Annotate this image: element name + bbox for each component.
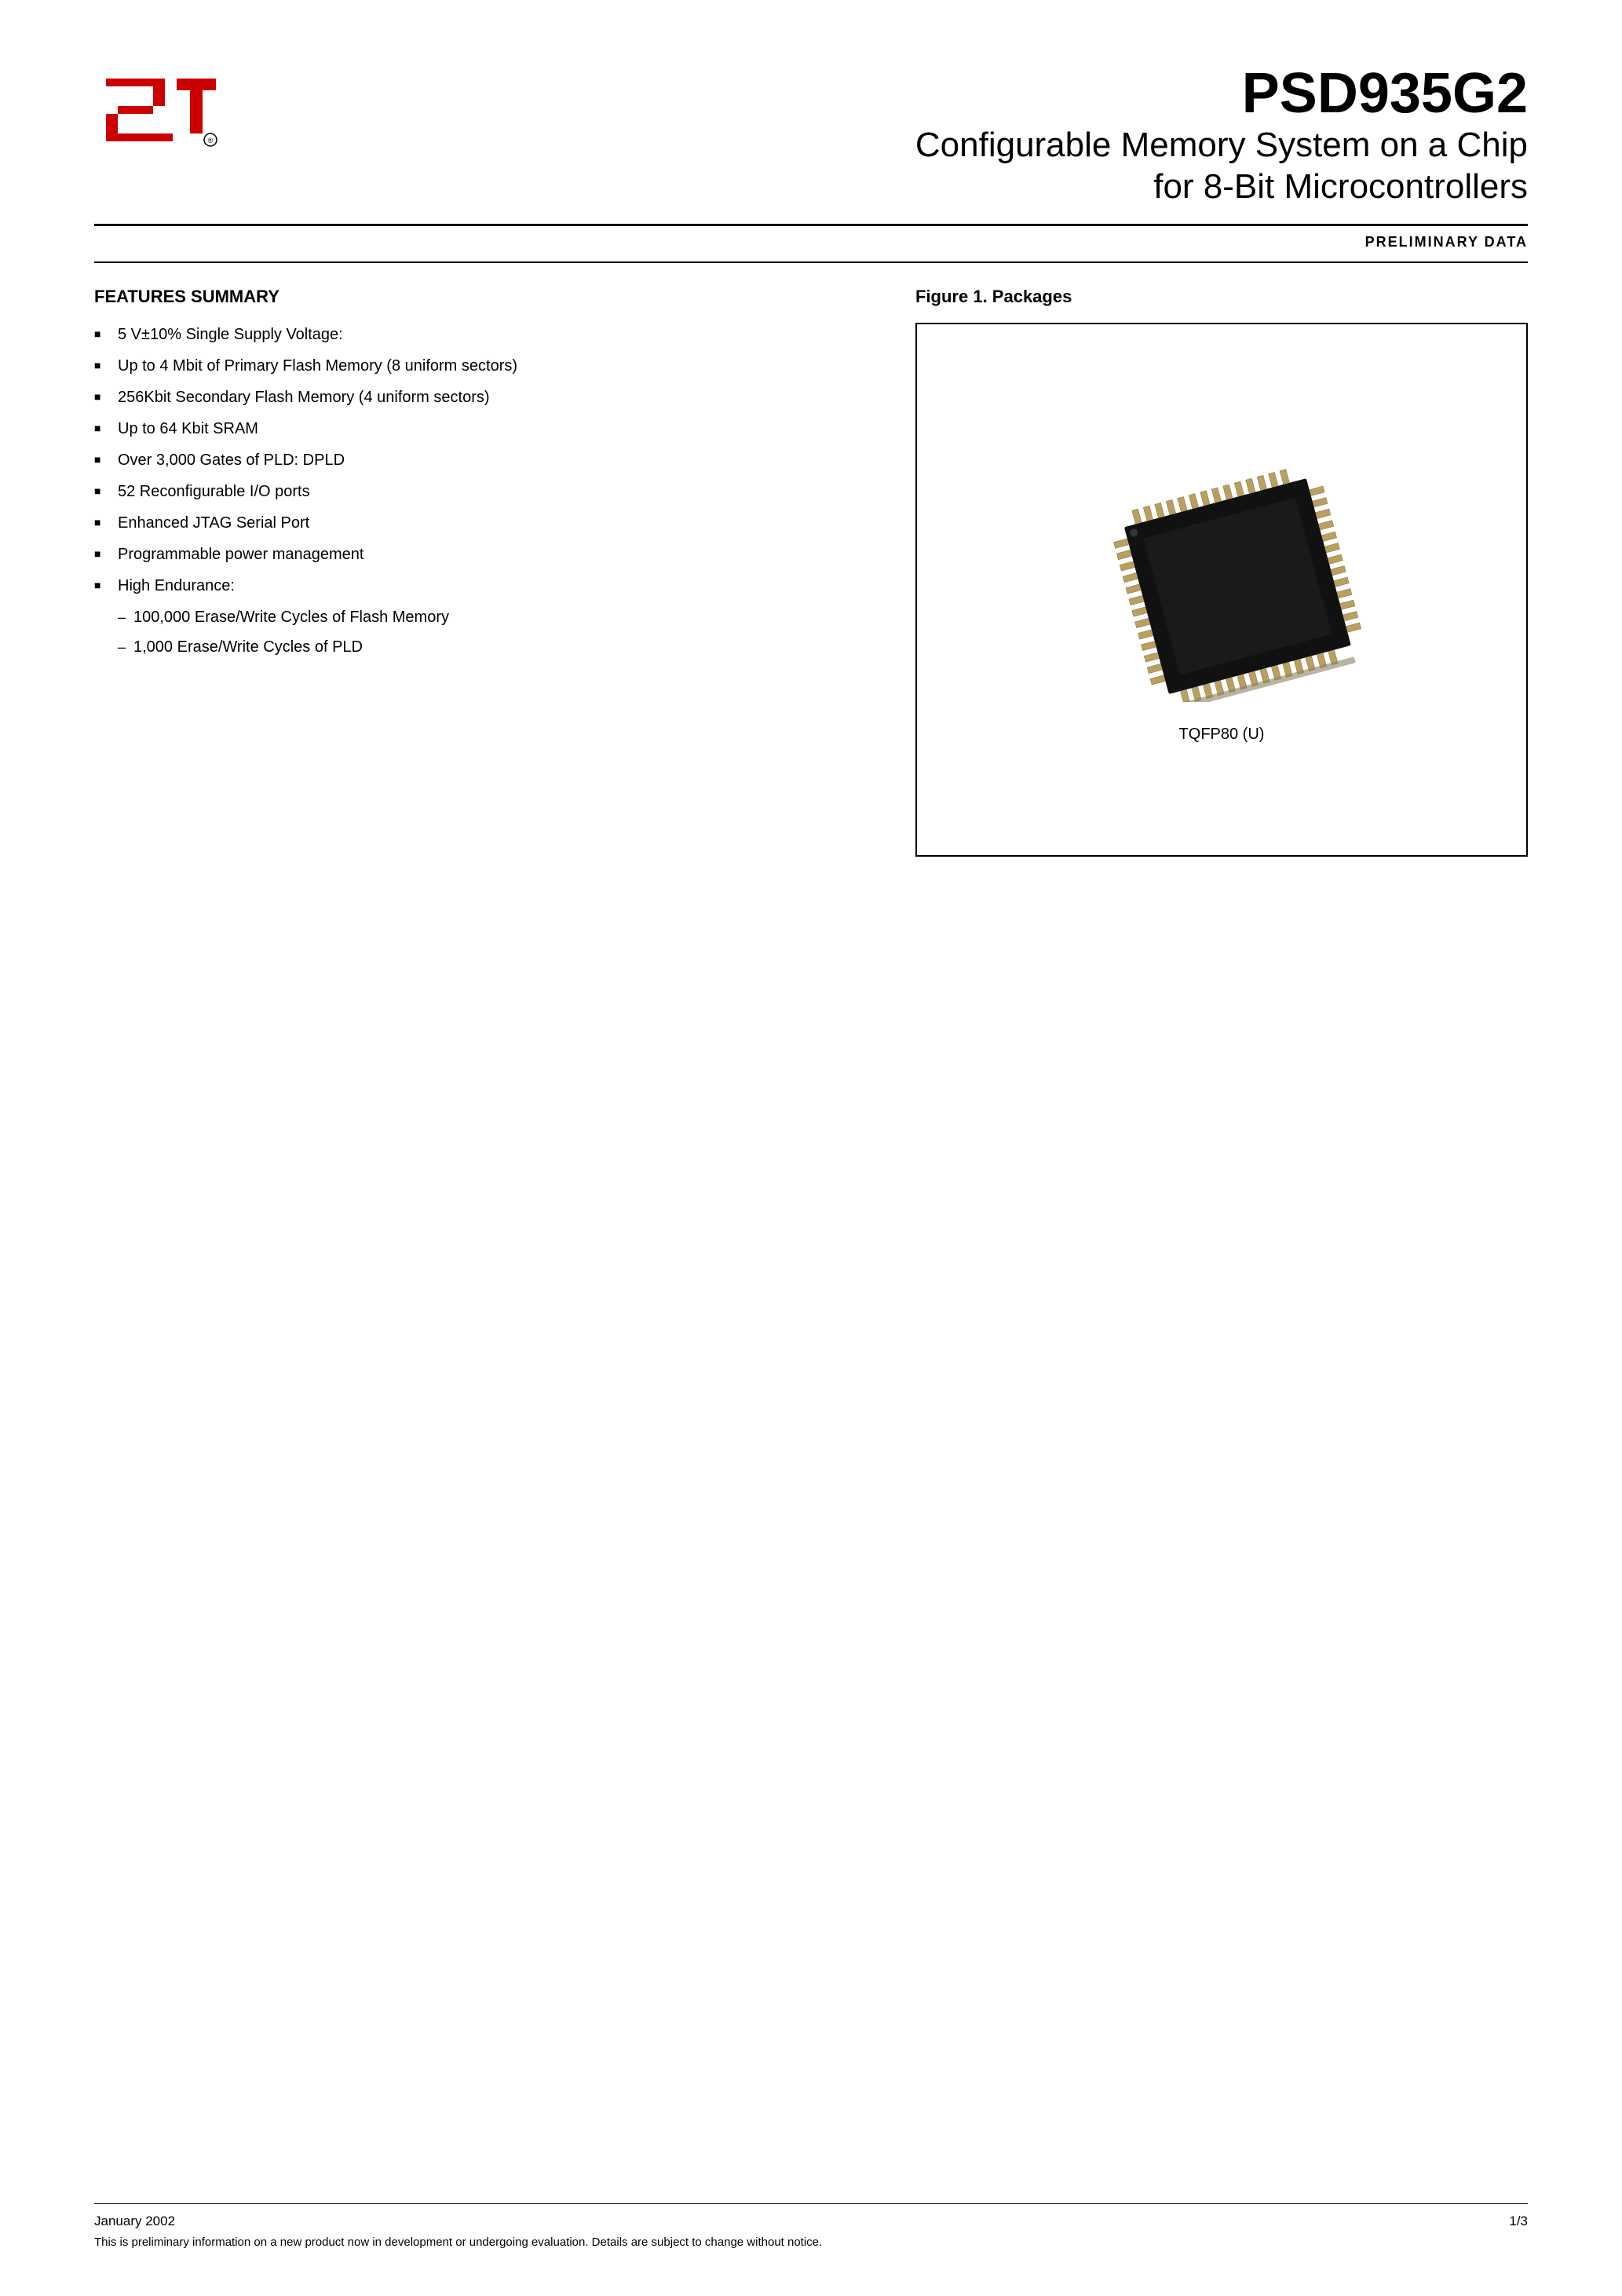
- header: ® PSD935G2 Configurable Memory System on…: [94, 63, 1528, 226]
- feature-item-7: Enhanced JTAG Serial Port: [94, 511, 868, 535]
- right-column: Figure 1. Packages: [915, 287, 1528, 857]
- content-area: FEATURES SUMMARY 5 V±10% Single Supply V…: [94, 287, 1528, 857]
- feature-item-6: 52 Reconfigurable I/O ports: [94, 480, 868, 503]
- footer-date: January 2002: [94, 2214, 175, 2229]
- subtitle-line1: Configurable Memory System on a Chip: [251, 125, 1528, 166]
- left-column: FEATURES SUMMARY 5 V±10% Single Supply V…: [94, 287, 868, 857]
- footer-top: January 2002 1/3: [94, 2214, 1528, 2229]
- figure-title: Figure 1. Packages: [915, 287, 1528, 307]
- title-block: PSD935G2 Configurable Memory System on a…: [220, 63, 1528, 208]
- subtitle-line2: for 8-Bit Microcontrollers: [251, 166, 1528, 208]
- feature-item-8: Programmable power management: [94, 543, 868, 566]
- features-list: 5 V±10% Single Supply Voltage: Up to 4 M…: [94, 323, 868, 659]
- feature-item-1: 5 V±10% Single Supply Voltage:: [94, 323, 868, 346]
- footer-notice: This is preliminary information on a new…: [94, 2236, 1528, 2249]
- feature-item-5: Over 3,000 Gates of PLD: DPLD: [94, 448, 868, 472]
- page: ® PSD935G2 Configurable Memory System on…: [0, 0, 1622, 2296]
- feature-subitem-1: 100,000 Erase/Write Cycles of Flash Memo…: [94, 605, 868, 629]
- footer-page: 1/3: [1509, 2214, 1528, 2229]
- chip-label: TQFP80 (U): [1179, 726, 1265, 744]
- footer: January 2002 1/3 This is preliminary inf…: [94, 2203, 1528, 2249]
- features-title: FEATURES SUMMARY: [94, 287, 868, 307]
- feature-item-2: Up to 4 Mbit of Primary Flash Memory (8 …: [94, 354, 868, 378]
- chip-svg: [1072, 435, 1371, 702]
- product-number: PSD935G2: [251, 63, 1528, 125]
- feature-item-4: Up to 64 Kbit SRAM: [94, 417, 868, 441]
- feature-subitem-2: 1,000 Erase/Write Cycles of PLD: [94, 635, 868, 659]
- figure-box: TQFP80 (U): [915, 323, 1528, 857]
- preliminary-text: PRELIMINARY DATA: [1365, 234, 1528, 250]
- svg-text:®: ®: [208, 137, 214, 144]
- preliminary-bar: PRELIMINARY DATA: [94, 234, 1528, 263]
- feature-item-3: 256Kbit Secondary Flash Memory (4 unifor…: [94, 386, 868, 409]
- logo: ®: [94, 63, 220, 149]
- feature-item-9: High Endurance:: [94, 574, 868, 598]
